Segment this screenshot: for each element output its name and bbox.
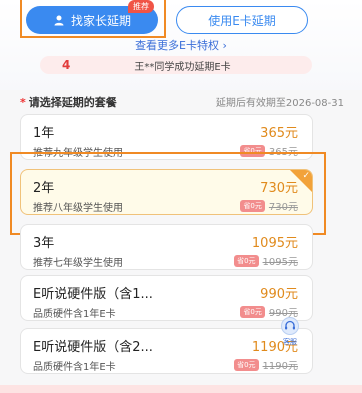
package-card-hardware-2[interactable]: E听说硬件版（含2... 品质硬件含1年E卡 1190元 省0元 1190元 [20, 328, 313, 374]
notice-text: 王**同学成功延期E卡 [134, 61, 231, 73]
notice-count: 4 [62, 58, 71, 72]
parent-icon [54, 15, 64, 26]
expiry-date: 延期后有效期至2026-08-31 [215, 98, 344, 109]
tab-ecard-label: 使用E卡延期 [208, 13, 276, 28]
customer-service-button[interactable]: 客服 [278, 317, 302, 347]
save-badge: 省0元 [234, 358, 259, 371]
section-label-text: 请选择延期的套餐 [28, 96, 117, 109]
success-notice: 4 王**同学成功延期E卡 [40, 56, 312, 74]
package-subtitle: 品质硬件含1年E卡 [33, 309, 116, 320]
package-title: 3年 [33, 236, 55, 251]
package-price: 990元 [260, 287, 298, 302]
save-badge: 省0元 [234, 254, 259, 267]
package-subtitle: 推荐七年级学生使用 [33, 258, 123, 269]
save-badge: 省0元 [240, 305, 265, 318]
package-card-3year[interactable]: 3年 推荐七年级学生使用 1095元 省0元 1095元 [20, 224, 313, 270]
more-privileges-link[interactable]: 查看更多E卡特权 › [0, 37, 362, 53]
package-card-hardware-1[interactable]: E听说硬件版（含1... 品质硬件含1年E卡 990元 省0元 990元 [20, 275, 313, 321]
service-label: 客服 [283, 338, 297, 346]
package-title: E听说硬件版（含1... [33, 287, 153, 302]
tab-ecard-extend[interactable]: 使用E卡延期 [176, 6, 308, 34]
headset-icon [281, 317, 299, 335]
package-title: E听说硬件版（含2... [33, 340, 153, 355]
required-mark: * [20, 96, 26, 109]
section-label: * 请选择延期的套餐 [20, 94, 117, 110]
original-price: 1190元 [262, 361, 298, 372]
package-price-row: 省0元 1095元 [234, 253, 298, 268]
bottom-strip [0, 385, 362, 393]
package-title: 1年 [33, 126, 55, 141]
original-price: 1095元 [262, 257, 298, 268]
package-subtitle: 品质硬件含1年E卡 [33, 362, 116, 373]
package-price: 365元 [260, 126, 298, 141]
recommend-badge: 推荐 [128, 0, 154, 13]
package-price-row: 省0元 1190元 [234, 357, 298, 372]
package-price: 1095元 [251, 236, 298, 251]
tab-parent-label: 找家长延期 [70, 13, 131, 28]
highlight-frame-selected [10, 152, 326, 235]
